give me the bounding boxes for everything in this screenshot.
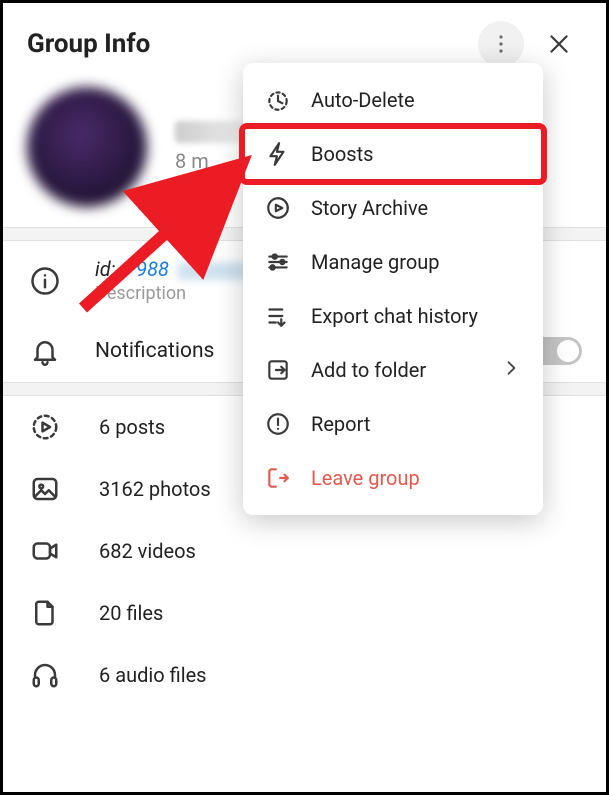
video-icon (30, 536, 60, 566)
media-audio-label: 6 audio files (99, 663, 207, 687)
id-prefix: id: (95, 257, 115, 281)
more-menu: Auto-Delete Boosts Story Archive (243, 63, 543, 515)
media-files-row[interactable]: 20 files (3, 582, 606, 644)
menu-auto-delete-label: Auto-Delete (311, 88, 415, 112)
folder-add-icon (265, 357, 291, 383)
menu-boosts-label: Boosts (311, 142, 373, 166)
media-videos-row[interactable]: 682 videos (3, 520, 606, 582)
menu-add-folder-label: Add to folder (311, 358, 426, 382)
bolt-icon (265, 141, 291, 167)
avatar[interactable] (27, 87, 147, 207)
id-hidden-part (178, 262, 248, 280)
menu-report[interactable]: Report (243, 397, 543, 451)
file-icon (30, 598, 60, 628)
page-title: Group Info (27, 29, 466, 59)
notifications-label: Notifications (95, 339, 214, 363)
menu-story-archive-label: Story Archive (311, 196, 428, 220)
menu-export-history[interactable]: Export chat history (243, 289, 543, 343)
media-videos-label: 682 videos (99, 539, 196, 563)
image-icon (30, 474, 60, 504)
menu-export-history-label: Export chat history (311, 304, 478, 328)
headphones-icon (30, 660, 60, 690)
menu-auto-delete[interactable]: Auto-Delete (243, 73, 543, 127)
posts-icon (30, 412, 60, 442)
menu-manage-group[interactable]: Manage group (243, 235, 543, 289)
menu-boosts[interactable]: Boosts (243, 127, 543, 181)
menu-add-folder[interactable]: Add to folder (243, 343, 543, 397)
menu-story-archive[interactable]: Story Archive (243, 181, 543, 235)
menu-leave-group[interactable]: Leave group (243, 451, 543, 505)
menu-leave-group-label: Leave group (311, 466, 420, 490)
media-files-label: 20 files (99, 601, 163, 625)
timer-icon (265, 87, 291, 113)
media-posts-label: 6 posts (99, 415, 165, 439)
media-audio-row[interactable]: 6 audio files (3, 644, 606, 706)
alert-icon (265, 411, 291, 437)
close-icon (546, 31, 572, 57)
more-vertical-icon (489, 32, 513, 56)
menu-manage-group-label: Manage group (311, 250, 440, 274)
close-button[interactable] (536, 21, 582, 67)
bell-icon (30, 336, 60, 366)
export-icon (265, 303, 291, 329)
info-icon (30, 266, 60, 296)
more-menu-button[interactable] (478, 21, 524, 67)
menu-report-label: Report (311, 412, 370, 436)
sliders-icon (265, 249, 291, 275)
leave-icon (265, 465, 291, 491)
chevron-right-icon (501, 358, 521, 378)
id-value: 1 988 (120, 257, 169, 281)
media-photos-label: 3162 photos (99, 477, 211, 501)
archive-play-icon (265, 195, 291, 221)
